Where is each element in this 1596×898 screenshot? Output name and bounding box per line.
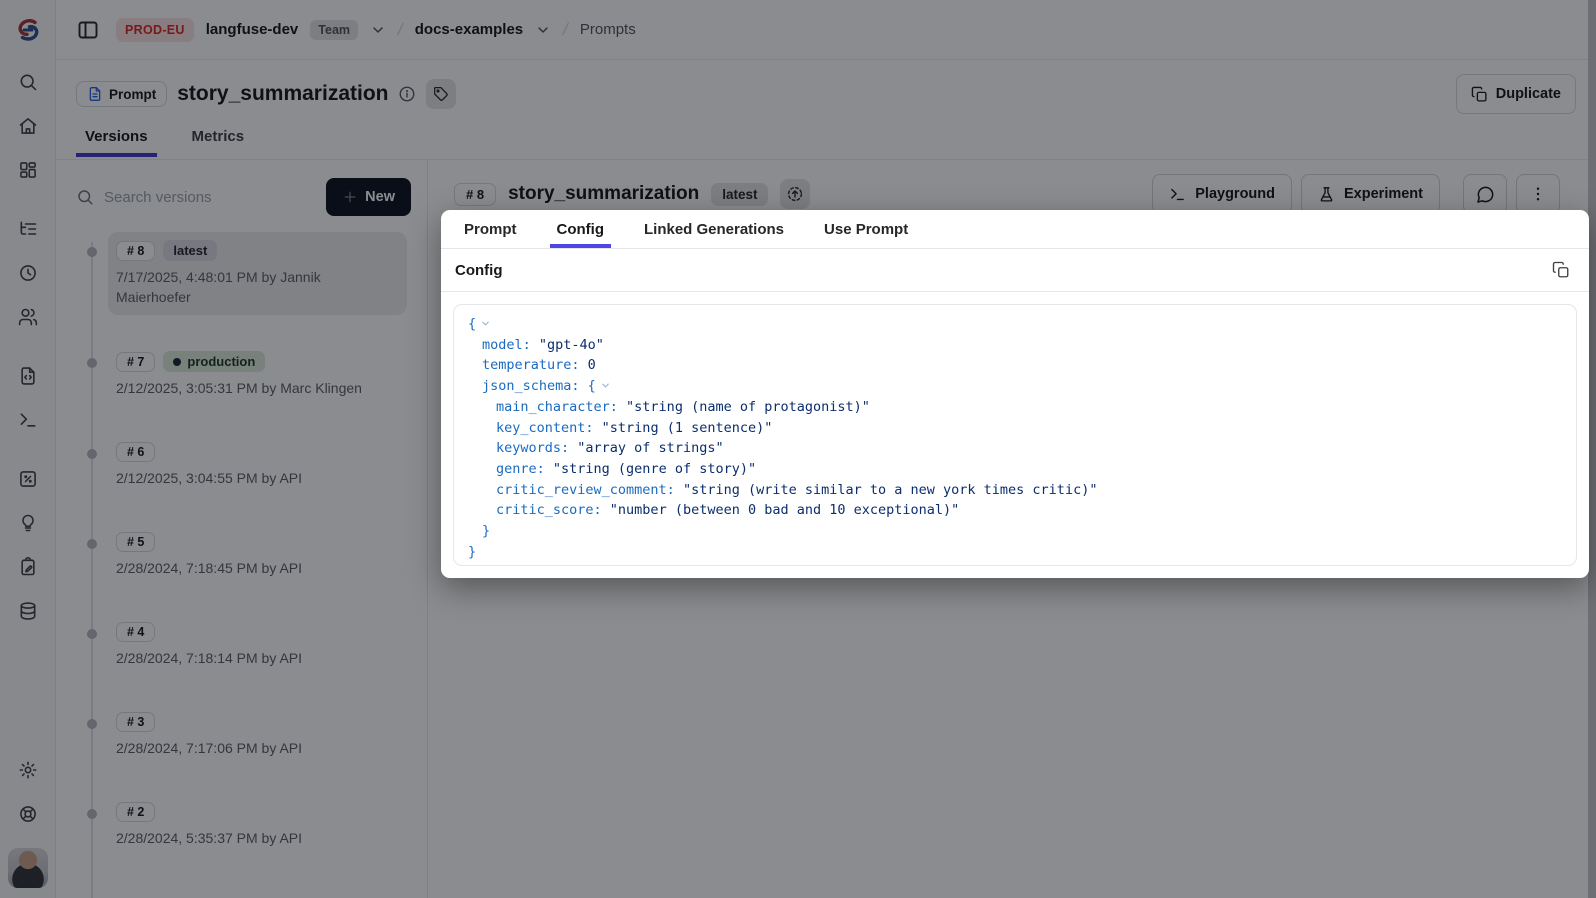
config-json-line: json_schema: { xyxy=(464,376,1566,397)
copy-config-icon[interactable] xyxy=(1549,258,1573,282)
config-json-line: genre: "string (genre of story)" xyxy=(464,459,1566,480)
config-json-line: } xyxy=(464,521,1566,542)
app-root: PROD-EU langfuse-dev Team / docs-example… xyxy=(0,0,1596,898)
prompt-detail-panel: Prompt Config Linked Generations Use Prompt… xyxy=(441,210,1589,578)
config-section-title: Config xyxy=(455,262,502,279)
config-json-line: } xyxy=(464,542,1566,563)
collapse-toggle-icon[interactable] xyxy=(600,380,611,391)
tab-use-prompt[interactable]: Use Prompt xyxy=(817,221,915,248)
collapse-toggle-icon[interactable] xyxy=(480,318,491,329)
tab-prompt[interactable]: Prompt xyxy=(457,221,524,248)
tab-config[interactable]: Config xyxy=(550,221,611,248)
config-json-line: temperature: 0 xyxy=(464,355,1566,376)
tab-linked-generations[interactable]: Linked Generations xyxy=(637,221,791,248)
config-json-line: main_character: "string (name of protago… xyxy=(464,397,1566,418)
config-json-line: key_content: "string (1 sentence)" xyxy=(464,418,1566,439)
config-json-line: { xyxy=(464,314,1566,335)
config-json-line: model: "gpt-4o" xyxy=(464,335,1566,356)
panel-tabs: Prompt Config Linked Generations Use Prompt xyxy=(441,210,1589,249)
config-json-line: critic_review_comment: "string (write si… xyxy=(464,480,1566,501)
config-json-line: keywords: "array of strings" xyxy=(464,438,1566,459)
config-json: {model: "gpt-4o"temperature: 0json_schem… xyxy=(453,304,1577,566)
config-json-line: critic_score: "number (between 0 bad and… xyxy=(464,500,1566,521)
